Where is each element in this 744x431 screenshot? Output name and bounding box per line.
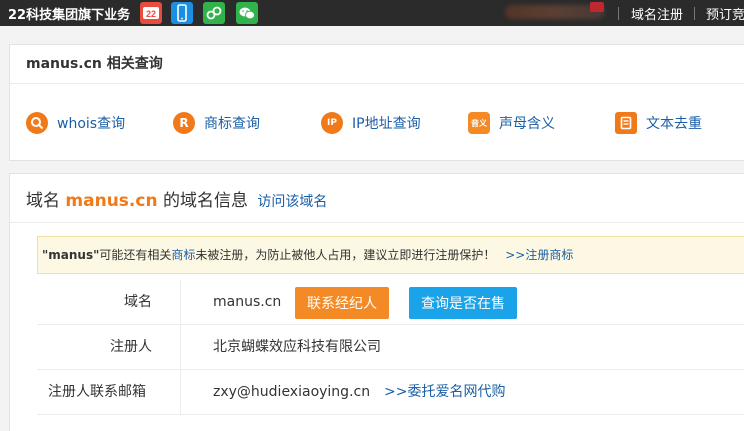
top-bar: 22科技集团旗下业务 22 域名注册 预订竞: [0, 0, 744, 26]
tool-trademark[interactable]: R 商标查询: [173, 111, 260, 135]
alert-keyword: "manus": [42, 248, 100, 262]
row-label-registrant: 注册人: [37, 325, 181, 370]
table-row: 域名 manus.cn 联系经纪人 查询是否在售: [37, 280, 744, 325]
row-label-email: 注册人联系邮箱: [37, 370, 181, 415]
row-label-domain: 域名: [37, 280, 181, 325]
alert-trademark-link[interactable]: 商标: [171, 248, 195, 262]
row-value-domain: manus.cn: [213, 294, 282, 310]
visit-domain-link[interactable]: 访问该域名: [257, 194, 327, 210]
title-domain: manus.cn: [65, 191, 158, 211]
row-value-email: zxy@hudiexiaoying.cn: [213, 384, 371, 400]
tool-whois[interactable]: whois查询: [26, 111, 125, 135]
trademark-alert: "manus"可能还有相关商标未被注册，为防止被他人占用，建议立即进行注册保护！…: [37, 236, 744, 274]
topbar-divider: [618, 7, 619, 20]
svg-text:22: 22: [146, 9, 156, 19]
group-brand-text[interactable]: 22科技集团旗下业务: [8, 4, 130, 23]
check-for-sale-button[interactable]: 查询是否在售: [409, 287, 517, 319]
tool-whois-label: whois查询: [57, 116, 126, 132]
22-app-icon[interactable]: 22: [140, 2, 162, 24]
link-app-icon[interactable]: [203, 2, 225, 24]
title-prefix: 域名: [26, 191, 66, 211]
tool-ip[interactable]: IP IP地址查询: [321, 111, 421, 135]
notification-badge: [590, 2, 604, 12]
pinyin-icon: 音义: [468, 112, 490, 134]
contact-broker-button[interactable]: 联系经纪人: [295, 287, 389, 319]
document-icon: [615, 112, 637, 134]
table-row: 注册人 北京蝴蝶效应科技有限公司: [37, 325, 744, 370]
tool-trademark-label: 商标查询: [204, 116, 260, 132]
domain-info-panel: 域名 manus.cn 的域名信息 访问该域名 "manus"可能还有相关商标未…: [9, 173, 744, 431]
tool-ip-label: IP地址查询: [352, 116, 421, 132]
title-suffix: 的域名信息: [157, 191, 248, 211]
alert-text-after: 未被注册，为防止被他人占用，建议立即进行注册保护！: [195, 248, 496, 262]
topbar-link-domain-register[interactable]: 域名注册: [631, 4, 683, 23]
divider: [10, 222, 744, 223]
table-row: 注册人联系邮箱 zxy@hudiexiaoying.cn >>委托爱名网代购: [37, 370, 744, 415]
related-queries-title: manus.cn 相关查询: [10, 45, 744, 84]
tool-pinyin[interactable]: 音义 声母含义: [468, 111, 555, 135]
topbar-divider: [694, 7, 695, 20]
register-trademark-link[interactable]: >>注册商标: [505, 248, 573, 262]
trademark-icon: R: [173, 112, 195, 134]
topbar-link-reserve[interactable]: 预订竞: [706, 4, 744, 23]
ip-icon: IP: [321, 112, 343, 134]
search-icon: [26, 112, 48, 134]
entrust-purchase-link[interactable]: >>委托爱名网代购: [384, 370, 505, 415]
row-value-registrant: 北京蝴蝶效应科技有限公司: [213, 339, 381, 355]
page-title: 域名 manus.cn 的域名信息 访问该域名: [26, 186, 327, 211]
tool-dedupe-label: 文本去重: [646, 116, 702, 132]
wechat-icon[interactable]: [236, 2, 258, 24]
related-queries-panel: manus.cn 相关查询 whois查询 R 商标查询 IP IP地址查询 音…: [9, 44, 744, 161]
tool-dedupe[interactable]: 文本去重: [615, 111, 702, 135]
tool-pinyin-label: 声母含义: [499, 116, 555, 132]
phone-app-icon[interactable]: [171, 2, 193, 24]
alert-text-before: 可能还有相关: [99, 248, 172, 262]
